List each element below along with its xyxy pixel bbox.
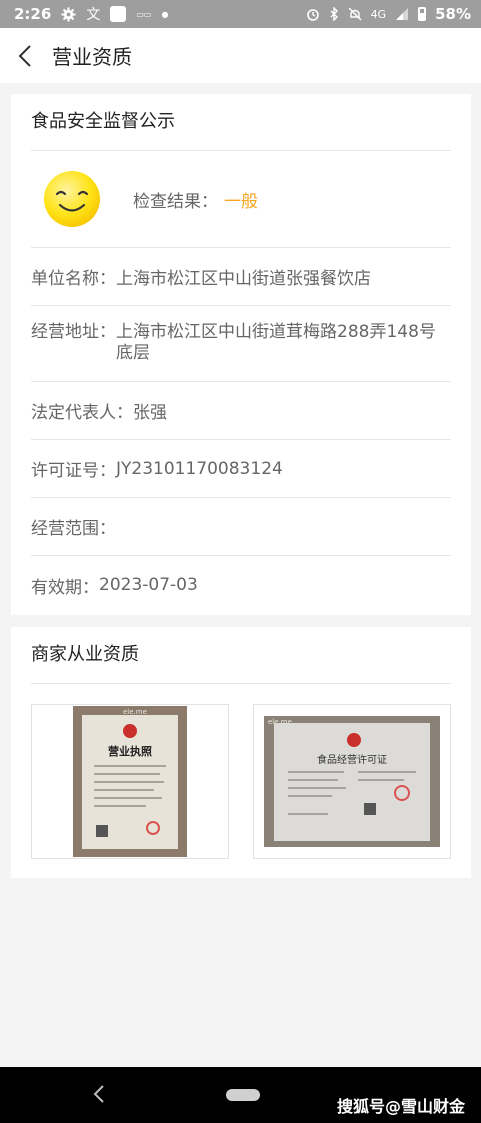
dot-icon: ● (161, 9, 169, 19)
validity-row: 有效期： 2023-07-03 (31, 556, 451, 614)
business-name-row: 单位名称： 上海市松江区中山街道张强餐饮店 (31, 248, 451, 306)
system-nav-bar: 搜狐号@雪山财金 (0, 1067, 481, 1123)
license-photos: ele.me 营业执照 ele.me (31, 684, 451, 859)
field-label: 许可证号： (31, 461, 116, 481)
status-time: 2:26 (14, 5, 52, 23)
back-button[interactable] (0, 28, 50, 83)
field-label: 经营地址： (31, 322, 116, 342)
gear-icon (61, 6, 76, 22)
food-safety-card: 食品安全监督公示 检查结果： 一般 单位名称： 上海市松江区中山街道张强餐饮店 … (11, 94, 471, 615)
app-header: 营业资质 (0, 28, 481, 83)
field-value: 2023-07-03 (99, 575, 198, 595)
food-license-photo[interactable]: ele.me 食品经营许可证 (253, 704, 451, 859)
alarm-icon (306, 7, 320, 21)
mute-icon (348, 7, 362, 21)
field-value: 张强 (133, 403, 167, 423)
app-icon (110, 6, 127, 22)
qualification-card: 商家从业资质 ele.me 营业执照 食品经营许可证 (11, 627, 471, 878)
red-seal-icon (394, 784, 410, 801)
qr-code-icon (364, 802, 376, 815)
translate-icon: 文 (86, 7, 101, 23)
field-label: 单位名称： (31, 269, 116, 289)
battery-icon (418, 7, 427, 21)
home-pill-icon[interactable] (226, 1089, 260, 1101)
red-seal-icon (146, 820, 160, 835)
legal-representative-row: 法定代表人： 张强 (31, 382, 451, 440)
business-scope-row: 经营范围： (31, 498, 451, 556)
inspection-result-label: 检查结果： (133, 191, 218, 212)
field-label: 经营范围： (31, 519, 116, 539)
field-label: 有效期： (31, 577, 99, 598)
field-label: 法定代表人： (31, 403, 133, 423)
status-bar: 2:26 文 ▭▭ ● 4G 58% (0, 0, 481, 28)
food-license-image: ele.me 食品经营许可证 (264, 716, 440, 847)
source-watermark: 搜狐号@雪山财金 (336, 1097, 465, 1116)
food-safety-title: 食品安全监督公示 (31, 94, 451, 151)
field-value: 上海市松江区中山街道张强餐饮店 (116, 269, 371, 289)
national-emblem-icon (347, 732, 361, 747)
battery-percent: 58% (435, 5, 471, 23)
license-number-row: 许可证号： JY23101170083124 (31, 440, 451, 498)
smiley-face-icon (44, 171, 100, 227)
qualification-title: 商家从业资质 (31, 627, 451, 684)
national-emblem-icon (123, 723, 137, 738)
back-triangle-icon[interactable] (92, 1083, 106, 1105)
field-value: JY23101170083124 (116, 458, 283, 479)
page-title: 营业资质 (52, 45, 132, 69)
inspection-result-value: 一般 (224, 191, 258, 212)
license-title: 营业执照 (108, 744, 152, 758)
signal-icon (395, 7, 409, 21)
business-license-photo[interactable]: ele.me 营业执照 (31, 704, 229, 859)
business-address-row: 经营地址： 上海市松江区中山街道茸梅路288弄148号底层 (31, 306, 451, 382)
inspection-result-row: 检查结果： 一般 (31, 151, 451, 248)
network-type: 4G (370, 7, 387, 21)
mini-app-icon: ▭▭ (136, 9, 152, 19)
license-title: 食品经营许可证 (317, 754, 387, 766)
bluetooth-icon (329, 7, 339, 21)
qr-code-icon (96, 824, 108, 837)
chevron-left-icon (18, 44, 31, 67)
field-value: 上海市松江区中山街道茸梅路288弄148号底层 (116, 322, 436, 363)
business-license-image: ele.me 营业执照 (73, 706, 187, 857)
